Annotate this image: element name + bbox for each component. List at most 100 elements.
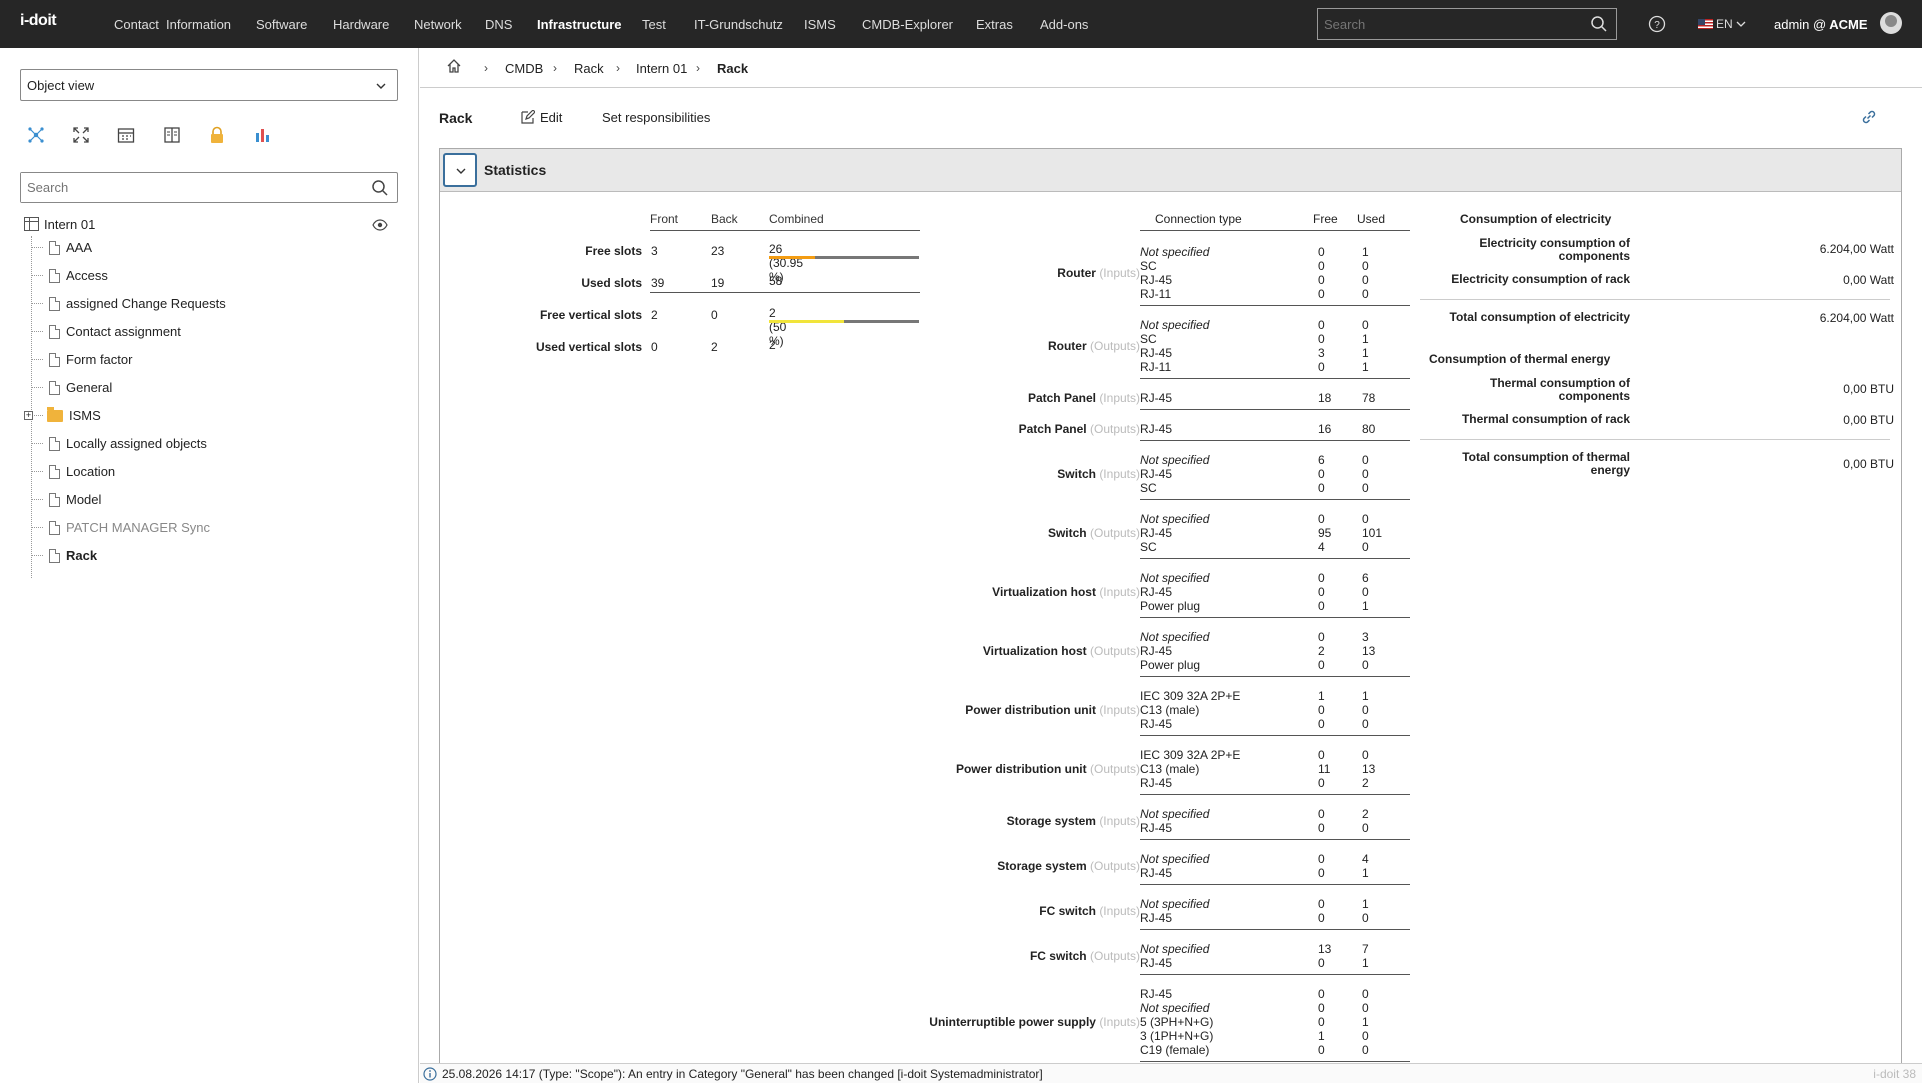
slots-front-value: 2 (651, 308, 658, 322)
tree-item[interactable]: + ISMS (24, 407, 101, 428)
group-divider (1140, 839, 1410, 840)
tree-item[interactable]: Access (31, 268, 108, 288)
connection-free: 0 (1318, 245, 1325, 259)
nav-item-isms[interactable]: ISMS (804, 17, 836, 32)
sidebar-search-input[interactable] (21, 173, 351, 202)
nav-item-dns[interactable]: DNS (485, 17, 512, 32)
connection-used: 1 (1362, 689, 1369, 703)
breadcrumb-rack[interactable]: Rack (574, 61, 604, 76)
nav-item-information[interactable]: Information (166, 17, 231, 32)
breadcrumb-intern-01[interactable]: Intern 01 (636, 61, 687, 76)
connection-direction: (Inputs) (1099, 904, 1140, 918)
connection-type: RJ-45 (1140, 956, 1173, 970)
connection-type: RJ-45 (1140, 346, 1173, 360)
sidebar-search[interactable] (20, 172, 398, 203)
group-divider (1140, 499, 1410, 500)
edit-button[interactable]: Edit (520, 109, 562, 125)
slots-combined-value: 2 (769, 338, 776, 352)
breadcrumb-cmdb[interactable]: CMDB (505, 61, 543, 76)
connection-used: 0 (1362, 658, 1369, 672)
tree-item[interactable]: General (31, 380, 112, 400)
nav-item-hardware[interactable]: Hardware (333, 17, 389, 32)
tree-item-label: PATCH MANAGER Sync (66, 520, 210, 535)
tree-item[interactable]: Form factor (31, 352, 132, 372)
tree-root[interactable]: Intern 01 (24, 217, 95, 232)
connection-used: 1 (1362, 332, 1369, 346)
connection-object-type: Storage system (997, 859, 1087, 873)
tree-item[interactable]: PATCH MANAGER Sync (31, 520, 210, 540)
connection-free: 0 (1318, 630, 1325, 644)
divider (1420, 299, 1890, 300)
nav-item-it-grundschutz[interactable]: IT-Grundschutz (694, 17, 783, 32)
connection-used: 0 (1362, 273, 1369, 287)
connection-group-name: Router (Outputs) (820, 339, 1140, 353)
document-icon (49, 325, 60, 339)
user-menu[interactable]: admin @ ACME (1774, 17, 1868, 32)
search-icon[interactable] (371, 179, 389, 200)
search-icon[interactable] (1590, 15, 1608, 36)
network-icon[interactable] (27, 126, 45, 147)
global-search[interactable] (1317, 8, 1617, 40)
connection-free: 1 (1318, 689, 1325, 703)
nav-item-contact[interactable]: Contact (114, 17, 159, 32)
language-selector[interactable]: EN (1698, 17, 1746, 31)
expand-icon[interactable]: + (24, 411, 33, 420)
tree-connector (31, 387, 43, 388)
chart-icon[interactable] (254, 126, 272, 147)
lock-icon[interactable] (208, 126, 226, 147)
group-divider (1140, 1061, 1410, 1062)
connection-used: 0 (1362, 540, 1369, 554)
nav-item-software[interactable]: Software (256, 17, 307, 32)
connection-free: 0 (1318, 467, 1325, 481)
connection-type: SC (1140, 540, 1157, 554)
connection-type: RJ-45 (1140, 911, 1173, 925)
tree-item[interactable]: AAA (31, 240, 92, 260)
help-icon[interactable]: ? (1648, 15, 1666, 36)
edit-icon (521, 109, 536, 124)
connection-object-type: Router (1047, 339, 1087, 353)
electricity-components-value: 6.204,00 Watt (1819, 242, 1894, 256)
calendar-icon[interactable] (117, 126, 135, 147)
tree-item[interactable]: assigned Change Requests (31, 296, 226, 316)
set-responsibilities-button[interactable]: Set responsibilities (602, 110, 710, 125)
fullscreen-icon[interactable] (72, 126, 90, 147)
connection-type: Not specified (1140, 571, 1210, 585)
group-divider (1140, 378, 1410, 379)
nav-item-extras[interactable]: Extras (976, 17, 1013, 32)
tree-item[interactable]: Contact assignment (31, 324, 181, 344)
tree-item[interactable]: Location (31, 464, 115, 484)
app-logo[interactable]: i-doit (20, 12, 57, 30)
connection-object-type: Uninterruptible power supply (929, 1015, 1096, 1029)
tree-item[interactable]: Rack (31, 548, 97, 568)
collapse-toggle-button[interactable] (443, 153, 477, 187)
electricity-total-label: Total consumption of electricity (1449, 310, 1630, 324)
nav-item-infrastructure[interactable]: Infrastructure (537, 17, 622, 32)
home-icon[interactable] (446, 58, 462, 77)
divider (1420, 439, 1890, 440)
nav-item-network[interactable]: Network (414, 17, 462, 32)
avatar[interactable] (1880, 12, 1902, 34)
connection-type: RJ-45 (1140, 987, 1173, 1001)
eye-icon[interactable] (372, 219, 388, 234)
connection-free: 0 (1318, 956, 1325, 970)
nav-item-cmdb-explorer[interactable]: CMDB-Explorer (862, 17, 953, 32)
nav-item-add-ons[interactable]: Add-ons (1040, 17, 1088, 32)
thermal-heading: Consumption of thermal energy (1429, 352, 1611, 366)
slots-row-label: Free slots (585, 244, 642, 258)
link-icon[interactable] (1860, 108, 1878, 129)
view-select[interactable]: Object view (20, 69, 398, 101)
connection-free: 18 (1318, 391, 1332, 405)
connection-used: 0 (1362, 481, 1369, 495)
book-icon[interactable] (163, 126, 181, 147)
connection-type: Not specified (1140, 453, 1210, 467)
global-search-input[interactable] (1318, 9, 1578, 39)
nav-item-test[interactable]: Test (642, 17, 666, 32)
connection-used: 0 (1362, 585, 1369, 599)
slots-back-value: 19 (711, 276, 725, 290)
tree-item-label: Model (66, 492, 102, 507)
document-icon (49, 493, 60, 507)
connection-object-type: Router (1057, 266, 1096, 280)
tree-item[interactable]: Locally assigned objects (31, 436, 207, 456)
tree-item[interactable]: Model (31, 492, 101, 512)
connection-used: 0 (1362, 1043, 1369, 1057)
